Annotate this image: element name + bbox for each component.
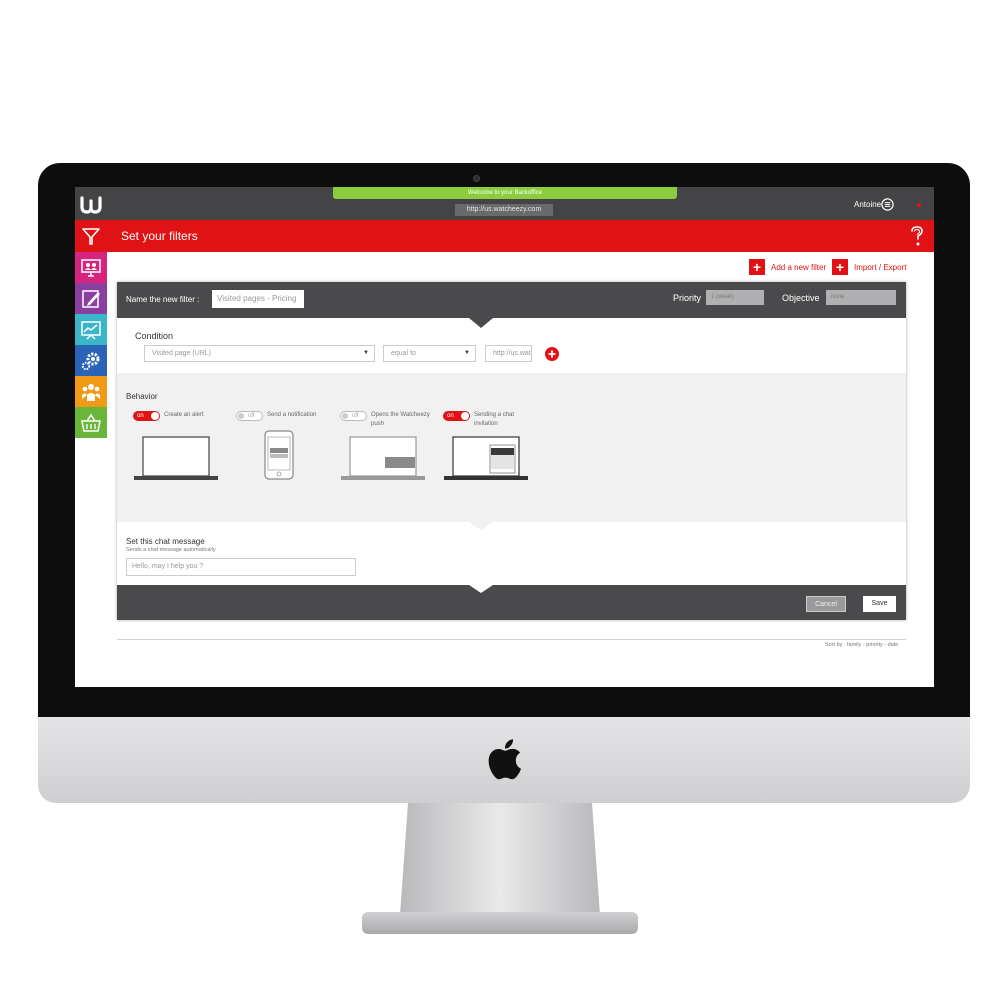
chat-message-title: Set this chat message bbox=[126, 537, 205, 546]
status-dot-icon bbox=[917, 203, 921, 207]
notification-label: Send a notification bbox=[267, 412, 317, 418]
objective-label: Objective bbox=[782, 293, 820, 303]
title-bar: Set your filters bbox=[75, 220, 934, 252]
objective-select[interactable]: none bbox=[826, 290, 896, 305]
chat-invitation-toggle[interactable]: on bbox=[443, 411, 470, 421]
add-filter-label: Add a new filter bbox=[771, 262, 827, 272]
add-filter-button[interactable]: + Add a new filter bbox=[749, 259, 826, 275]
notification-toggle[interactable]: off bbox=[236, 411, 263, 421]
monitor-stand-base bbox=[362, 912, 638, 934]
chat-message-subtitle: Sends a chat message automatically bbox=[126, 547, 216, 553]
section-notch bbox=[469, 585, 493, 593]
laptop-chat-icon bbox=[444, 436, 528, 480]
chat-message-input[interactable]: Hello, may I help you ? bbox=[126, 558, 356, 576]
condition-operator-select[interactable]: equal to ▼ bbox=[383, 345, 476, 362]
list-divider bbox=[117, 639, 906, 640]
watcheezy-logo-icon[interactable] bbox=[79, 193, 103, 215]
laptop-push-icon bbox=[341, 436, 425, 480]
sidebar-item-filters[interactable] bbox=[75, 220, 107, 252]
filter-icon bbox=[82, 228, 100, 245]
cancel-button[interactable]: Cancel bbox=[806, 596, 846, 612]
filter-panel: Name the new filter : Visited pages - Pr… bbox=[117, 282, 906, 620]
top-bar: Welcome to your Backoffice http://us.wat… bbox=[75, 187, 934, 220]
condition-type-select[interactable]: Visited page (URL) ▼ bbox=[144, 345, 375, 362]
chevron-down-icon: ▼ bbox=[363, 350, 369, 356]
sidebar-item-team[interactable] bbox=[75, 376, 107, 407]
chart-board-icon bbox=[81, 320, 101, 340]
filter-name-label: Name the new filter : bbox=[126, 295, 200, 304]
priority-select[interactable]: 1 (weak) bbox=[706, 290, 764, 305]
sidebar-item-statistics[interactable] bbox=[75, 314, 107, 345]
monitor-users-icon bbox=[81, 258, 101, 277]
user-name[interactable]: Antoine bbox=[854, 200, 881, 209]
sidebar-item-settings[interactable] bbox=[75, 345, 107, 376]
sidebar-item-shop[interactable] bbox=[75, 407, 107, 438]
plus-icon: + bbox=[832, 259, 848, 275]
filter-footer: Cancel Save bbox=[117, 585, 906, 620]
monitor-stand bbox=[400, 803, 600, 915]
edit-icon bbox=[82, 289, 100, 308]
menu-circle-icon[interactable] bbox=[881, 198, 894, 211]
camera-dot bbox=[473, 175, 480, 182]
page-title: Set your filters bbox=[121, 229, 198, 243]
priority-label: Priority bbox=[673, 293, 702, 303]
chat-invitation-label: Sending a chat invitation bbox=[474, 412, 515, 427]
chevron-down-icon: ▼ bbox=[464, 350, 470, 356]
section-notch bbox=[469, 522, 493, 530]
app-screen: Welcome to your Backoffice http://us.wat… bbox=[75, 187, 934, 687]
push-label: Opens the Watcheezy push bbox=[371, 412, 430, 427]
basket-icon bbox=[81, 413, 101, 432]
help-question-icon[interactable] bbox=[909, 225, 925, 247]
filter-name-input[interactable]: Visited pages - Pricing bbox=[212, 290, 304, 308]
behavior-section: Behavior on Create an alert off Send a n… bbox=[117, 373, 906, 522]
apple-logo-icon bbox=[488, 739, 521, 780]
phone-notification-icon bbox=[264, 430, 294, 480]
gears-icon bbox=[81, 352, 100, 370]
sort-options[interactable]: Sort by : family - priority - date bbox=[825, 642, 898, 648]
section-notch bbox=[469, 318, 493, 328]
alert-label: Create an alert bbox=[164, 412, 204, 418]
alert-toggle[interactable]: on bbox=[133, 411, 160, 421]
import-export-label: Import / Export bbox=[854, 262, 907, 272]
push-toggle[interactable]: off bbox=[340, 411, 367, 421]
condition-value-input[interactable]: http://us.watcheezy.com/pricing bbox=[485, 345, 532, 362]
team-icon bbox=[82, 383, 100, 401]
condition-operator-value: equal to bbox=[391, 350, 416, 357]
behavior-title: Behavior bbox=[126, 392, 158, 401]
condition-title: Condition bbox=[135, 331, 174, 341]
laptop-alert-icon bbox=[134, 436, 218, 480]
sidebar-item-editor[interactable] bbox=[75, 283, 107, 314]
site-url-box[interactable]: http://us.watcheezy.com bbox=[455, 204, 553, 216]
add-condition-icon[interactable] bbox=[545, 347, 559, 361]
filter-header: Name the new filter : Visited pages - Pr… bbox=[117, 282, 906, 318]
save-button[interactable]: Save bbox=[863, 596, 896, 612]
welcome-banner: Welcome to your Backoffice bbox=[333, 187, 677, 199]
import-export-button[interactable]: + Import / Export bbox=[832, 259, 906, 275]
sidebar-item-monitoring[interactable] bbox=[75, 252, 107, 283]
plus-icon: + bbox=[749, 259, 765, 275]
condition-type-value: Visited page (URL) bbox=[152, 350, 212, 357]
